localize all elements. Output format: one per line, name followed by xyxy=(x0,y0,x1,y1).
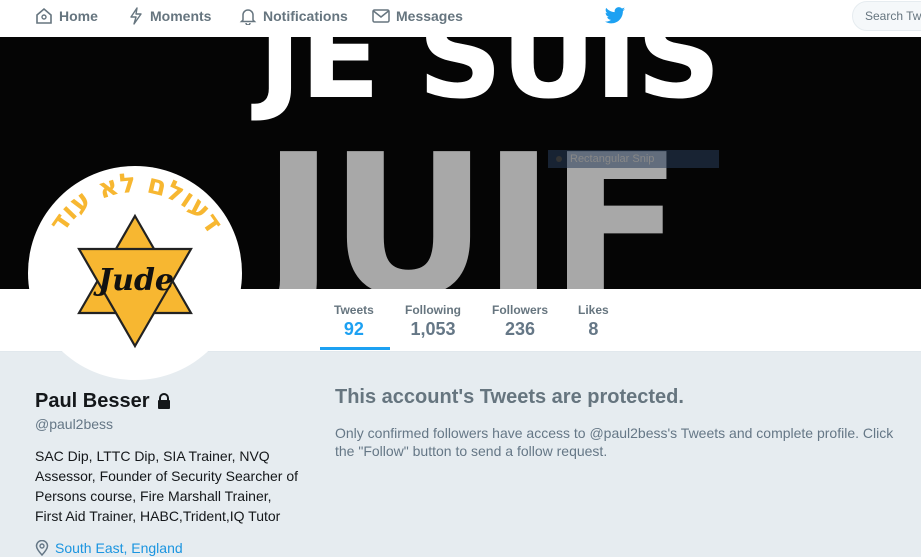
active-tab-indicator xyxy=(320,347,390,350)
stat-likes-value: 8 xyxy=(588,319,599,339)
twitter-bird-icon[interactable] xyxy=(604,6,626,26)
banner-text-line1: JE SUIS xyxy=(258,37,721,125)
stat-following[interactable]: Following 1,053 xyxy=(405,303,461,340)
nav-notifications-label: Notifications xyxy=(263,8,348,24)
envelope-icon xyxy=(372,9,390,23)
stat-likes-label: Likes xyxy=(578,303,609,317)
snip-label: Rectangular Snip xyxy=(570,153,655,165)
protected-title: This account's Tweets are protected. xyxy=(335,386,684,408)
stat-tweets[interactable]: Tweets 92 xyxy=(334,303,374,340)
stat-following-value: 1,053 xyxy=(410,319,456,339)
avatar[interactable]: דעולם לא עוד Jude xyxy=(30,168,240,378)
nav-notifications[interactable]: Notifications xyxy=(239,0,348,32)
profile-name[interactable]: Paul Besser xyxy=(35,390,172,413)
search-input[interactable]: Search Twi xyxy=(852,1,921,31)
nav-messages[interactable]: Messages xyxy=(372,0,463,32)
location-pin-icon xyxy=(35,540,49,556)
search-placeholder: Search Twi xyxy=(865,9,921,23)
avatar-badge-text: Jude xyxy=(93,263,174,298)
profile-location[interactable]: South East, England xyxy=(35,540,183,556)
bell-icon xyxy=(239,9,257,25)
stat-followers-value: 236 xyxy=(504,319,536,339)
lock-icon xyxy=(157,393,170,409)
top-navigation-bar: Home Moments Notifications Messages Sear… xyxy=(0,0,921,38)
nav-moments-label: Moments xyxy=(150,8,212,24)
profile-location-text: South East, England xyxy=(55,540,183,556)
profile-handle[interactable]: @paul2bess xyxy=(35,416,113,432)
stat-tweets-value: 92 xyxy=(343,319,364,339)
nav-home-label: Home xyxy=(59,8,98,24)
stat-followers[interactable]: Followers 236 xyxy=(492,303,548,340)
profile-name-text: Paul Besser xyxy=(35,390,150,412)
lightning-icon xyxy=(130,7,142,25)
home-icon xyxy=(36,7,52,24)
stat-followers-label: Followers xyxy=(492,303,549,317)
rectangular-snip-overlay: Rectangular Snip xyxy=(548,150,719,168)
nav-home[interactable]: Home xyxy=(35,0,98,32)
stat-tweets-label: Tweets xyxy=(334,303,374,317)
stat-likes[interactable]: Likes 8 xyxy=(578,303,609,340)
snip-dot-icon xyxy=(556,156,562,162)
nav-messages-label: Messages xyxy=(396,8,463,24)
profile-bio: SAC Dip, LTTC Dip, SIA Trainer, NVQ Asse… xyxy=(35,448,299,524)
nav-moments[interactable]: Moments xyxy=(128,0,211,32)
stat-following-label: Following xyxy=(405,303,461,317)
protected-description: Only confirmed followers have access to … xyxy=(335,425,894,459)
